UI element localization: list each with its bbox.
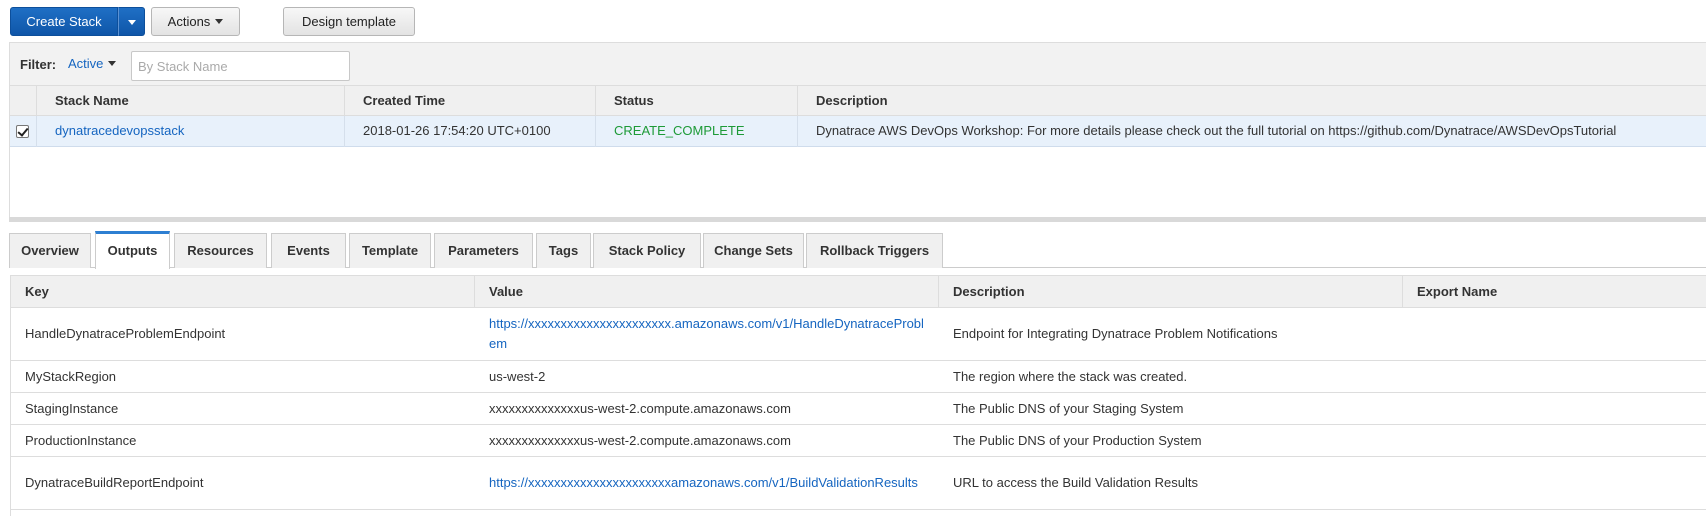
output-value-link[interactable]: https://xxxxxxxxxxxxxxxxxxxxxx.amazonaws… <box>475 308 939 360</box>
output-export-name <box>1403 425 1706 456</box>
status-badge: CREATE_COMPLETE <box>596 116 798 147</box>
column-header-description[interactable]: Description <box>798 86 1706 117</box>
outputs-table-header: Key Value Description Export Name <box>11 275 1706 308</box>
output-key: DynatraceBuildReportEndpoint <box>25 475 204 490</box>
output-export-name <box>1403 361 1706 392</box>
tab-outputs[interactable]: Outputs <box>95 231 170 269</box>
tab-stack-policy[interactable]: Stack Policy <box>593 233 701 268</box>
tab-events[interactable]: Events <box>271 233 346 268</box>
column-header-export-name[interactable]: Export Name <box>1403 276 1706 308</box>
filter-bar: Filter: Active <box>9 42 1706 85</box>
output-export-name <box>1403 308 1706 360</box>
tab-template[interactable]: Template <box>349 233 431 268</box>
column-header-stack-name[interactable]: Stack Name <box>37 86 345 117</box>
stacks-table: Stack Name Created Time Status Descripti… <box>9 85 1706 217</box>
tab-change-sets[interactable]: Change Sets <box>703 233 804 268</box>
chevron-down-icon <box>108 61 117 66</box>
detail-tabs: Overview Outputs Resources Events Templa… <box>9 231 1706 269</box>
output-description: The Public DNS of your Staging System <box>953 400 1184 416</box>
output-export-name <box>1403 457 1706 509</box>
tab-overview[interactable]: Overview <box>9 233 91 268</box>
actions-label: Actions <box>167 14 211 29</box>
stack-name-link[interactable]: dynatracedevopsstack <box>37 116 345 147</box>
column-header-created-time[interactable]: Created Time <box>345 86 596 117</box>
tab-resources[interactable]: Resources <box>174 233 267 268</box>
column-header-value[interactable]: Value <box>475 276 939 308</box>
output-key: ProductionInstance <box>25 432 137 448</box>
output-value-link[interactable]: https://xxxxxxxxxxxxxxxxxxxxxxamazonaws.… <box>475 457 939 509</box>
output-description: The region where the stack was created. <box>953 368 1188 384</box>
output-description: The Public DNS of your Production System <box>953 432 1202 448</box>
output-description: Endpoint for Integrating Dynatrace Probl… <box>953 326 1278 341</box>
design-template-button[interactable]: Design template <box>283 7 415 36</box>
output-value: us-west-2 <box>489 368 546 384</box>
outputs-table: Key Value Description Export Name Handle… <box>10 275 1706 516</box>
row-checkbox[interactable] <box>16 125 29 138</box>
toolbar: Create Stack Actions Design template <box>0 0 1706 42</box>
output-key: StagingInstance <box>25 400 119 416</box>
tab-parameters[interactable]: Parameters <box>434 233 533 268</box>
filter-label: Filter: <box>20 57 57 72</box>
create-stack-button[interactable]: Create Stack <box>10 7 118 36</box>
column-header-key[interactable]: Key <box>11 276 475 308</box>
table-row: ProductionInstance xxxxxxxxxxxxxxus-west… <box>11 425 1706 457</box>
stack-description: Dynatrace AWS DevOps Workshop: For more … <box>816 123 1617 138</box>
select-column-header <box>10 86 37 117</box>
row-select-cell <box>10 116 37 147</box>
stack-name-search-input[interactable] <box>131 51 350 81</box>
filter-status-dropdown[interactable]: Active <box>68 56 117 71</box>
output-key: HandleDynatraceProblemEndpoint <box>25 326 226 341</box>
output-description: URL to access the Build Validation Resul… <box>953 475 1198 490</box>
panel-splitter[interactable] <box>9 217 1706 222</box>
filter-status-label: Active <box>68 56 104 71</box>
tab-rollback-triggers[interactable]: Rollback Triggers <box>806 233 943 268</box>
output-value: xxxxxxxxxxxxxxus-west-2.compute.amazonaw… <box>489 432 791 448</box>
table-row: StagingInstance xxxxxxxxxxxxxxus-west-2.… <box>11 393 1706 425</box>
table-row: MyStackRegion us-west-2 The region where… <box>11 361 1706 393</box>
created-time: 2018-01-26 17:54:20 UTC+0100 <box>345 116 596 147</box>
table-row: DynatraceBuildReportEndpoint https://xxx… <box>11 457 1706 510</box>
column-header-description[interactable]: Description <box>939 276 1403 308</box>
tab-tags[interactable]: Tags <box>536 233 591 268</box>
output-export-name <box>1403 393 1706 424</box>
create-stack-dropdown-button[interactable] <box>118 7 145 36</box>
output-key: MyStackRegion <box>25 368 117 384</box>
output-value: xxxxxxxxxxxxxxus-west-2.compute.amazonaw… <box>489 400 791 416</box>
table-row[interactable]: dynatracedevopsstack 2018-01-26 17:54:20… <box>10 116 1706 147</box>
stacks-table-header: Stack Name Created Time Status Descripti… <box>10 85 1706 117</box>
chevron-down-icon <box>128 20 136 25</box>
table-row: HandleDynatraceProblemEndpoint https://x… <box>11 308 1706 361</box>
actions-button[interactable]: Actions <box>151 7 240 36</box>
column-header-status[interactable]: Status <box>596 86 798 117</box>
chevron-down-icon <box>215 19 224 24</box>
